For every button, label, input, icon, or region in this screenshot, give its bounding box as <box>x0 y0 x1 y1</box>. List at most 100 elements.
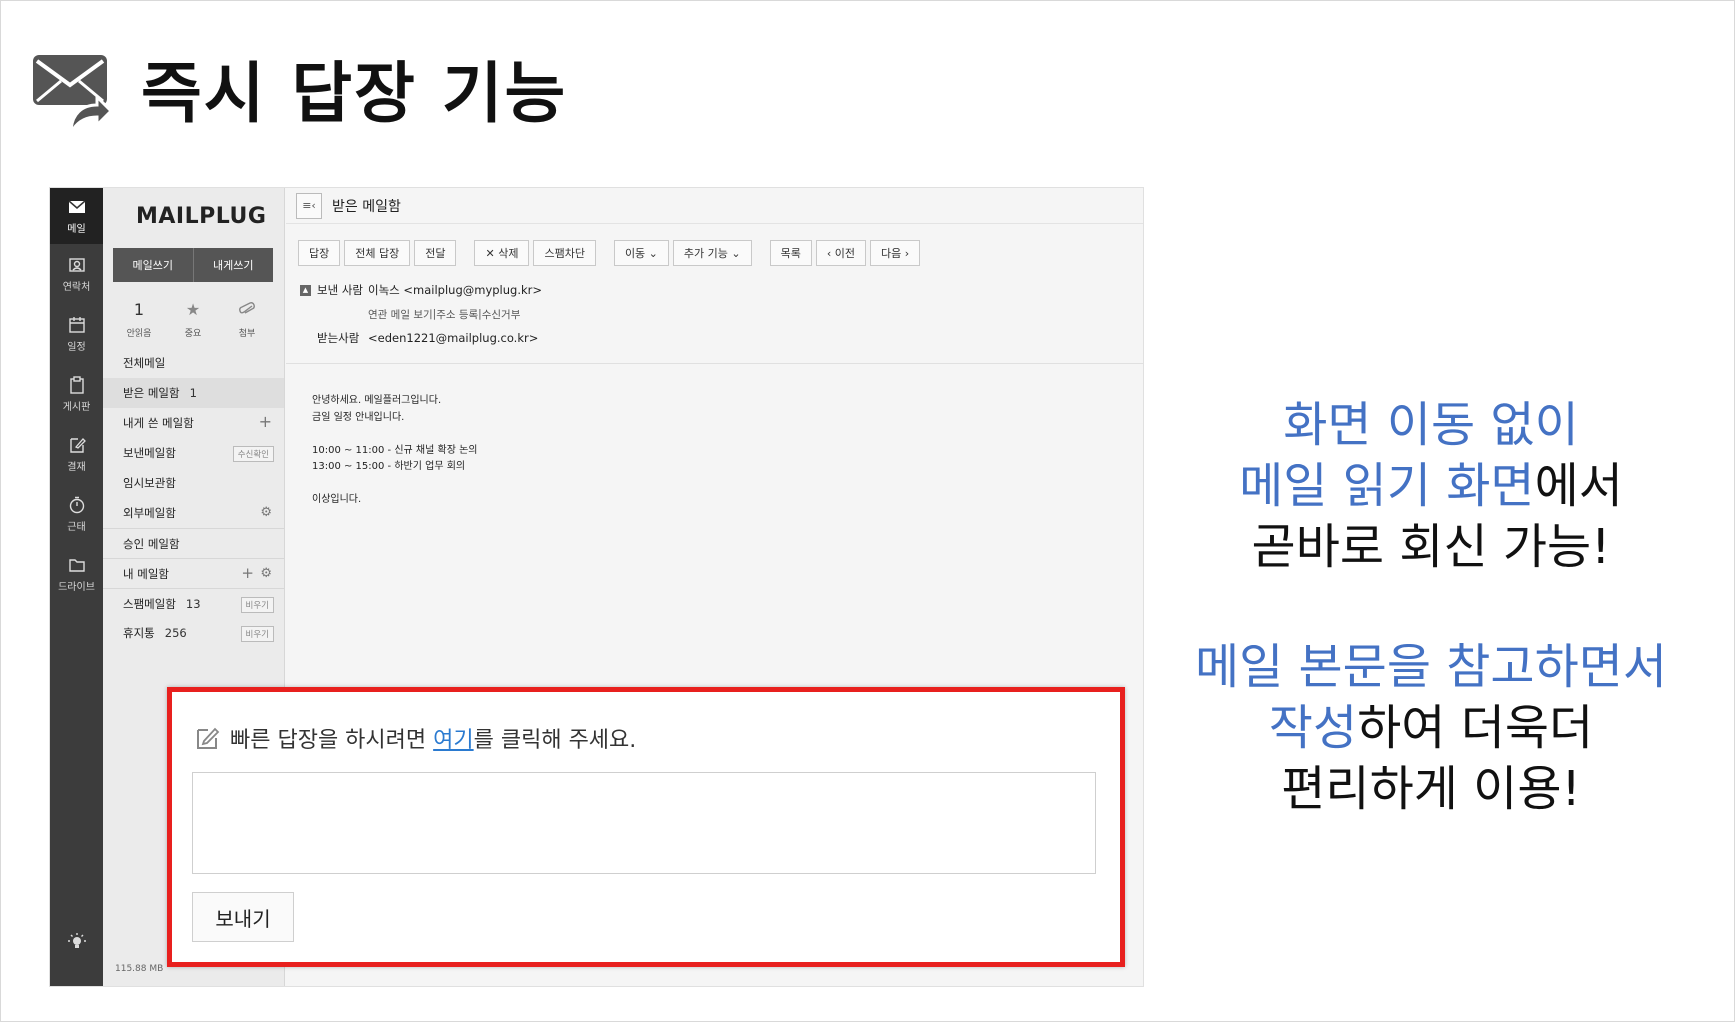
folder-count: 256 <box>164 626 187 640</box>
empty-button[interactable]: 비우기 <box>240 626 274 642</box>
block-sender-link[interactable]: 수신거부 <box>482 307 521 322</box>
folder-count: 1 <box>189 386 197 400</box>
rail-item-approval[interactable]: 결재 <box>50 424 103 484</box>
sender-links: 연관 메일 보기 | 주소 등록 | 수신거부 <box>300 302 542 326</box>
delete-button[interactable]: ✕ 삭제 <box>474 240 530 266</box>
folder-trash[interactable]: 휴지통 256 비우기 <box>103 618 284 648</box>
recipient-row: 받는사람 <eden1221@mailplug.co.kr> <box>300 326 542 350</box>
folder-name: 보낸메일함 <box>123 446 176 460</box>
forward-button[interactable]: 전달 <box>414 240 457 266</box>
timer-icon <box>69 496 84 513</box>
header-divider <box>286 363 1143 364</box>
next-button[interactable]: 다음 › <box>870 240 921 266</box>
recipient-address[interactable]: <eden1221@mailplug.co.kr> <box>368 331 538 345</box>
mailbox-bar: ≡‹ 받은 메일함 <box>286 188 1143 224</box>
folder-name: 외부메일함 <box>123 506 176 520</box>
sender-address[interactable]: 이녹스 <mailplug@myplug.kr> <box>368 282 542 298</box>
list-button[interactable]: 목록 <box>769 240 812 266</box>
contacts-icon <box>68 257 85 272</box>
rail-label: 드라이브 <box>58 581 95 593</box>
folder-name: 임시보관함 <box>123 476 176 490</box>
message-line: 화면 이동 없이 <box>1283 397 1579 453</box>
message-line: 편리하게 이용! <box>1281 761 1581 817</box>
rail-label: 게시판 <box>62 401 91 413</box>
sender-label: 보낸 사람 <box>317 283 363 297</box>
filter-important[interactable]: ★ 중요 <box>167 298 219 340</box>
reply-button[interactable]: 답장 <box>298 240 341 266</box>
rail-item-attendance[interactable]: 근태 <box>50 484 103 544</box>
sender-label-wrap: ▲ 보낸 사람 <box>300 282 368 298</box>
body-line: 10:00 ~ 11:00 - 신규 채널 확장 논의 <box>312 444 478 456</box>
rail-item-drive[interactable]: 드라이브 <box>50 544 103 604</box>
rail-item-mail[interactable]: 메일 <box>50 188 103 244</box>
quick-reply-panel: 빠른 답장을 하시려면 여기 를 클릭해 주세요. 보내기 <box>167 687 1125 967</box>
empty-button[interactable]: 비우기 <box>240 597 274 613</box>
self-compose-button[interactable]: 내게쓰기 <box>193 248 273 282</box>
rail-label: 일정 <box>67 341 86 353</box>
prev-button[interactable]: ‹ 이전 <box>815 240 866 266</box>
quick-filters: 1 안읽음 ★ 중요 첨부 <box>113 298 273 340</box>
filter-label: 중요 <box>184 329 202 339</box>
compose-buttons: 메일쓰기 내게쓰기 <box>113 248 273 282</box>
related-mail-link[interactable]: 연관 메일 보기 <box>368 307 433 322</box>
app-logo[interactable]: MAILPLUG <box>136 204 266 229</box>
mailbox-title: 받은 메일함 <box>332 198 401 215</box>
folder-spam[interactable]: 스팸메일함 13 비우기 <box>103 588 284 618</box>
folder-drafts[interactable]: 임시보관함 <box>103 468 284 498</box>
message-line-mixed: 메일 읽기 화면에서 <box>1151 456 1711 517</box>
collapse-menu-icon[interactable]: ≡‹ <box>296 192 322 219</box>
plus-icon[interactable]: + <box>241 564 254 582</box>
reply-all-button[interactable]: 전체 답장 <box>344 240 411 266</box>
filter-label: 첨부 <box>238 329 256 339</box>
message-text: 에서 <box>1534 458 1623 514</box>
quick-reply-prompt: 빠른 답장을 하시려면 여기 를 클릭해 주세요. <box>194 722 636 754</box>
folder-name: 내게 쓴 메일함 <box>123 416 194 430</box>
slide-title: 즉시 답장 기능 <box>141 55 568 132</box>
folder-approval[interactable]: 승인 메일함 <box>103 528 284 558</box>
body-line: 금일 일정 안내입니다. <box>312 411 405 423</box>
rail-label: 근태 <box>67 521 86 533</box>
move-dropdown[interactable]: 이동 ⌄ <box>613 240 669 266</box>
slide: 즉시 답장 기능 메일 연락처 일정 게시판 결재 근태 드라이브 MAILPL… <box>0 0 1735 1022</box>
rail-label: 결재 <box>67 461 86 473</box>
rail-bottom <box>50 932 103 952</box>
gear-icon[interactable]: ⚙ <box>260 566 272 581</box>
message-line: 메일 본문을 참고하면서 <box>1194 639 1668 695</box>
lightbulb-icon[interactable] <box>67 932 87 952</box>
folder-all[interactable]: 전체메일 <box>103 348 284 378</box>
feature-message-1: 화면 이동 없이 메일 읽기 화면에서 곧바로 회신 가능! <box>1151 395 1711 578</box>
sender-row: ▲ 보낸 사람 이녹스 <mailplug@myplug.kr> <box>300 278 542 302</box>
folder-name: 내 메일함 <box>123 566 169 581</box>
block-spam-button[interactable]: 스팸차단 <box>533 240 596 266</box>
plus-icon[interactable]: + <box>259 412 272 431</box>
prompt-text-before: 빠른 답장을 하시려면 <box>230 728 434 753</box>
more-actions-dropdown[interactable]: 추가 기능 ⌄ <box>672 240 752 266</box>
message-highlight: 메일 읽기 화면 <box>1239 458 1535 514</box>
read-receipt-badge[interactable]: 수신확인 <box>232 446 274 462</box>
storage-usage: 115.88 MB <box>115 964 164 974</box>
quick-reply-input[interactable] <box>192 772 1096 874</box>
compose-button[interactable]: 메일쓰기 <box>113 248 194 282</box>
filter-unread[interactable]: 1 안읽음 <box>113 298 165 340</box>
body-line: 이상입니다. <box>312 494 362 505</box>
folder-inbox[interactable]: 받은 메일함 1 <box>103 378 284 408</box>
rail-label: 연락처 <box>62 281 91 293</box>
recipient-label-wrap: 받는사람 <box>300 330 368 346</box>
folder-to-me[interactable]: 내게 쓴 메일함 + <box>103 408 284 438</box>
folder-external[interactable]: 외부메일함 ⚙ <box>103 498 284 528</box>
folder-name: 받은 메일함 <box>123 386 180 400</box>
gear-icon[interactable]: ⚙ <box>260 505 272 520</box>
clipboard-icon <box>69 375 84 394</box>
rail-item-board[interactable]: 게시판 <box>50 364 103 424</box>
rail-item-calendar[interactable]: 일정 <box>50 304 103 364</box>
add-contact-link[interactable]: 주소 등록 <box>436 307 478 322</box>
filter-attachment[interactable]: 첨부 <box>221 298 273 339</box>
edit-icon <box>197 727 220 749</box>
folder-sent[interactable]: 보낸메일함 수신확인 <box>103 438 284 468</box>
send-button[interactable]: 보내기 <box>192 892 294 942</box>
folder-my[interactable]: 내 메일함 + ⚙ <box>103 558 284 588</box>
app-rail: 메일 연락처 일정 게시판 결재 근태 드라이브 <box>50 188 103 986</box>
collapse-header-icon[interactable]: ▲ <box>300 284 311 296</box>
rail-item-contacts[interactable]: 연락처 <box>50 244 103 304</box>
quick-reply-link[interactable]: 여기 <box>433 722 473 754</box>
